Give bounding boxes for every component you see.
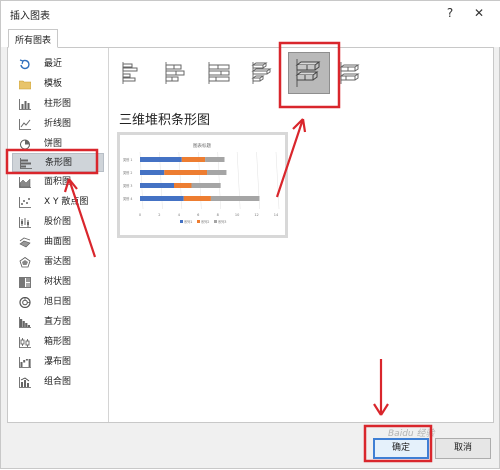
tab-all-charts[interactable]: 所有图表	[8, 29, 59, 48]
highlight-box-bar	[5, 148, 99, 175]
red-annotation-overlay	[5, 41, 433, 463]
highlight-box-subtype	[278, 41, 341, 109]
arrow-to-subtype	[275, 118, 305, 198]
arrow-to-bar	[67, 178, 97, 258]
highlight-box-ok	[363, 424, 433, 463]
insert-chart-dialog: 插入图表 ? ✕ 所有图表 最近 模板 柱形图 折线图 饼图 条形图 面积图 X…	[0, 0, 500, 469]
